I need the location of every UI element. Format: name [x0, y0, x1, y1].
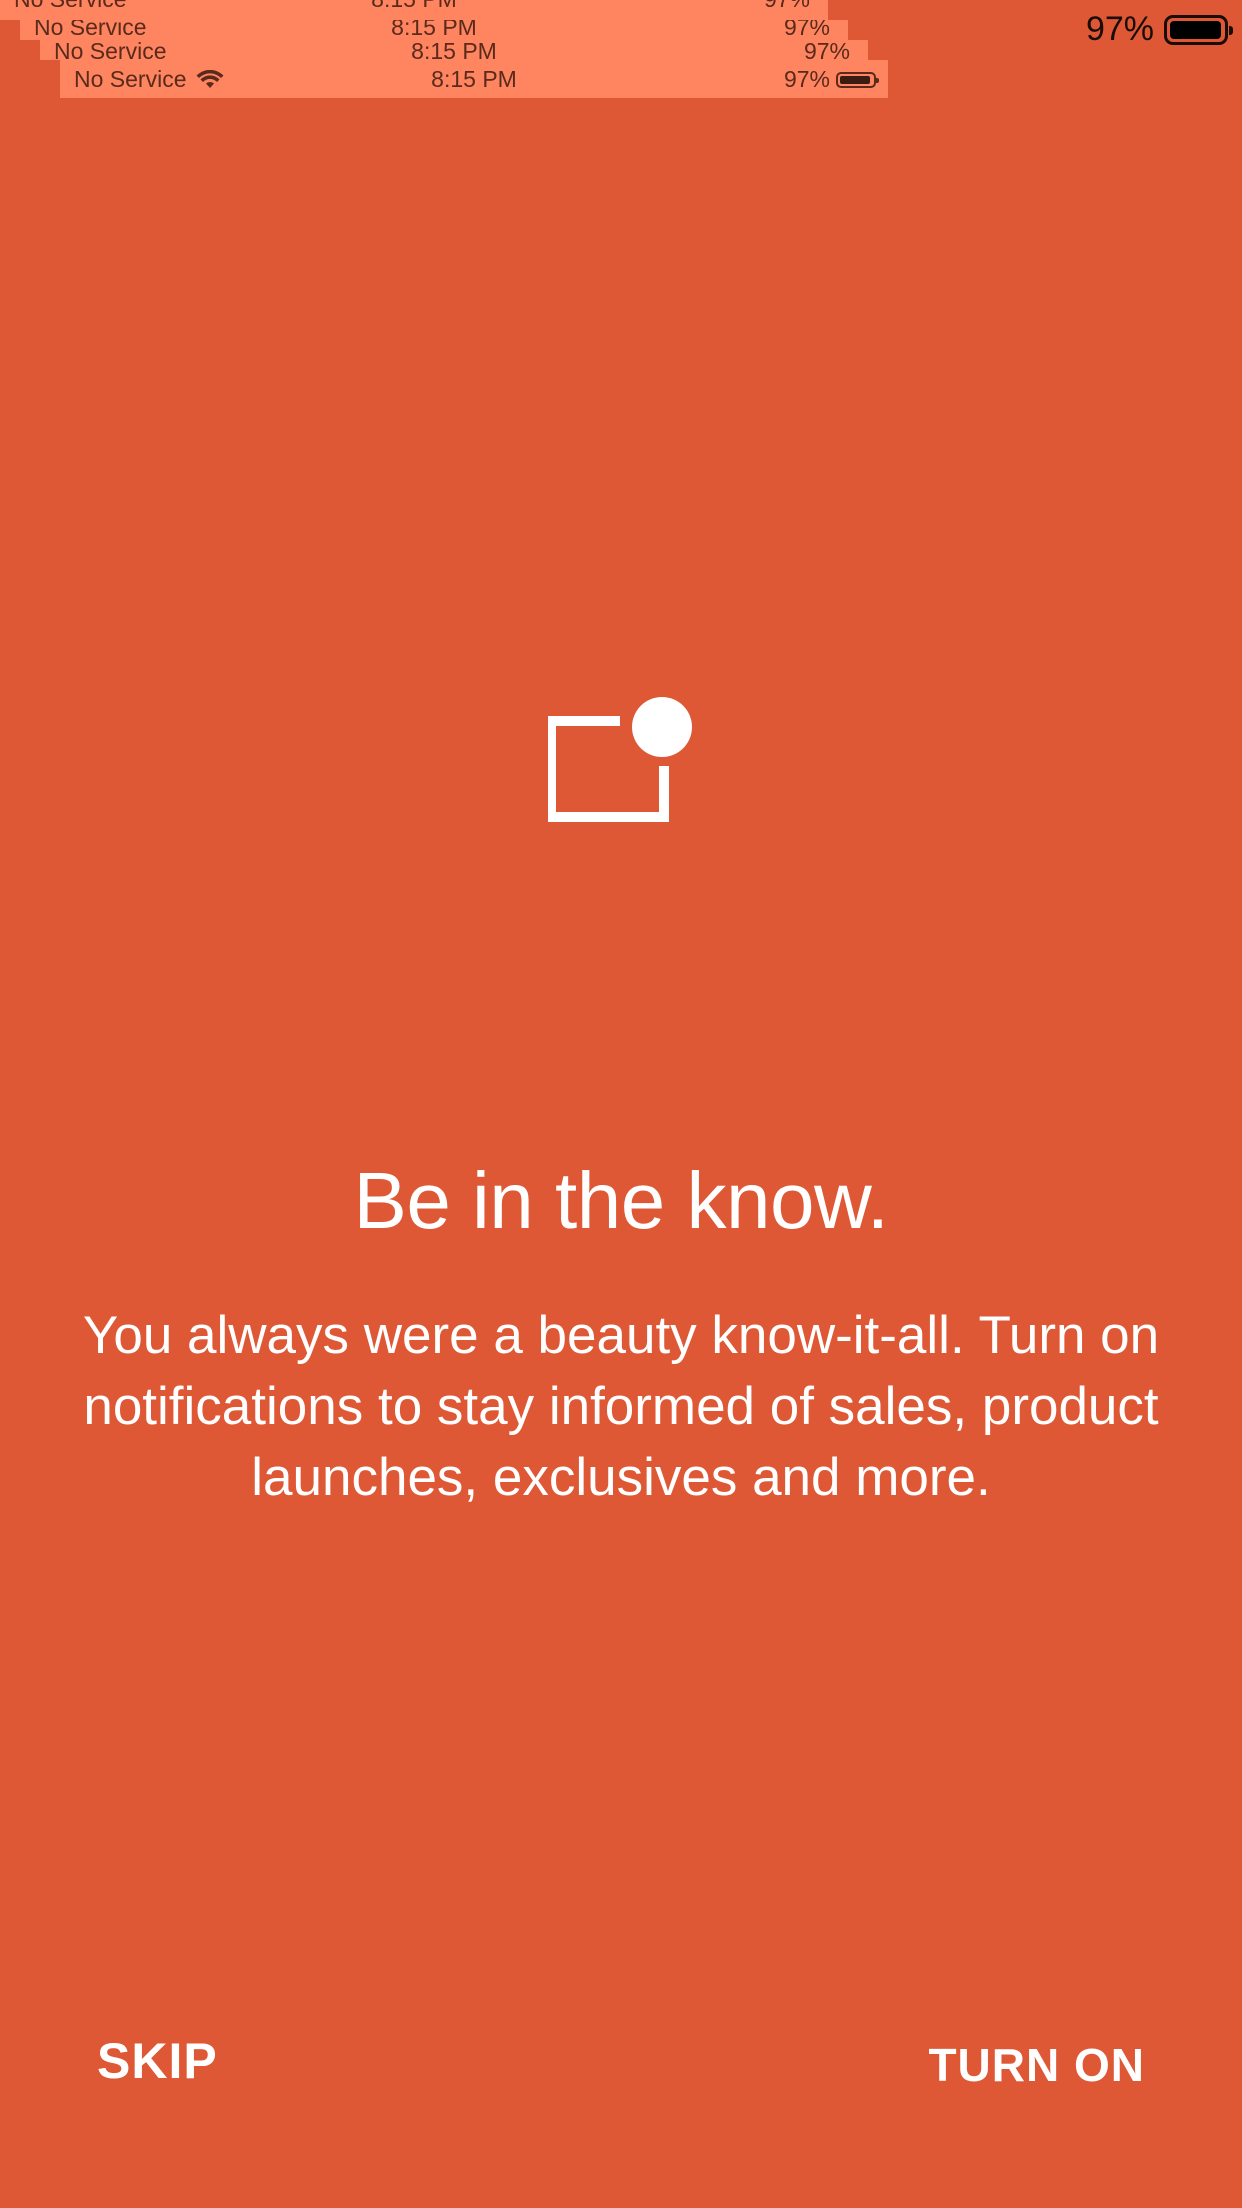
- battery-indicator: 97%: [1085, 10, 1233, 49]
- description-text: You always were a beauty know-it-all. Tu…: [82, 1306, 1160, 1507]
- carrier-label: No Service: [74, 66, 187, 92]
- status-bar-ghost: No Service 8:15 PM 97%: [20, 20, 848, 40]
- time-label: 8:15 PM: [391, 20, 477, 40]
- status-bar: No Service 8:15 PM 97%: [60, 60, 888, 98]
- turn-on-button[interactable]: TURN ON: [928, 2038, 1145, 2092]
- time-label: 8:15 PM: [431, 66, 517, 92]
- page-title: Be in the know.: [353, 1156, 889, 1245]
- battery-label: 97%: [783, 20, 830, 40]
- battery-label: 97%: [764, 0, 810, 13]
- carrier-label: No Service: [54, 40, 167, 60]
- carrier-group: No Service: [74, 66, 224, 93]
- notification-badge-icon: [548, 697, 692, 822]
- battery-icon: [836, 71, 879, 88]
- battery-icon: [1164, 14, 1233, 45]
- battery-percent: 97%: [1085, 10, 1154, 48]
- carrier-label: No Service: [14, 0, 126, 13]
- time-label: 8:15 PM: [411, 40, 497, 60]
- wifi-icon: [196, 69, 224, 88]
- time-label: 8:15 PM: [371, 0, 457, 13]
- status-bar-ghost: No Service 8:15 PM 97%: [40, 40, 868, 60]
- battery-label: 97%: [783, 66, 830, 92]
- status-bar-ghost: No Service 8:15 PM 97%: [0, 0, 828, 20]
- skip-button[interactable]: SKIP: [97, 2032, 218, 2090]
- battery-group: 97%: [783, 66, 879, 93]
- carrier-label: No Service: [34, 20, 147, 40]
- battery-label: 97%: [803, 40, 850, 60]
